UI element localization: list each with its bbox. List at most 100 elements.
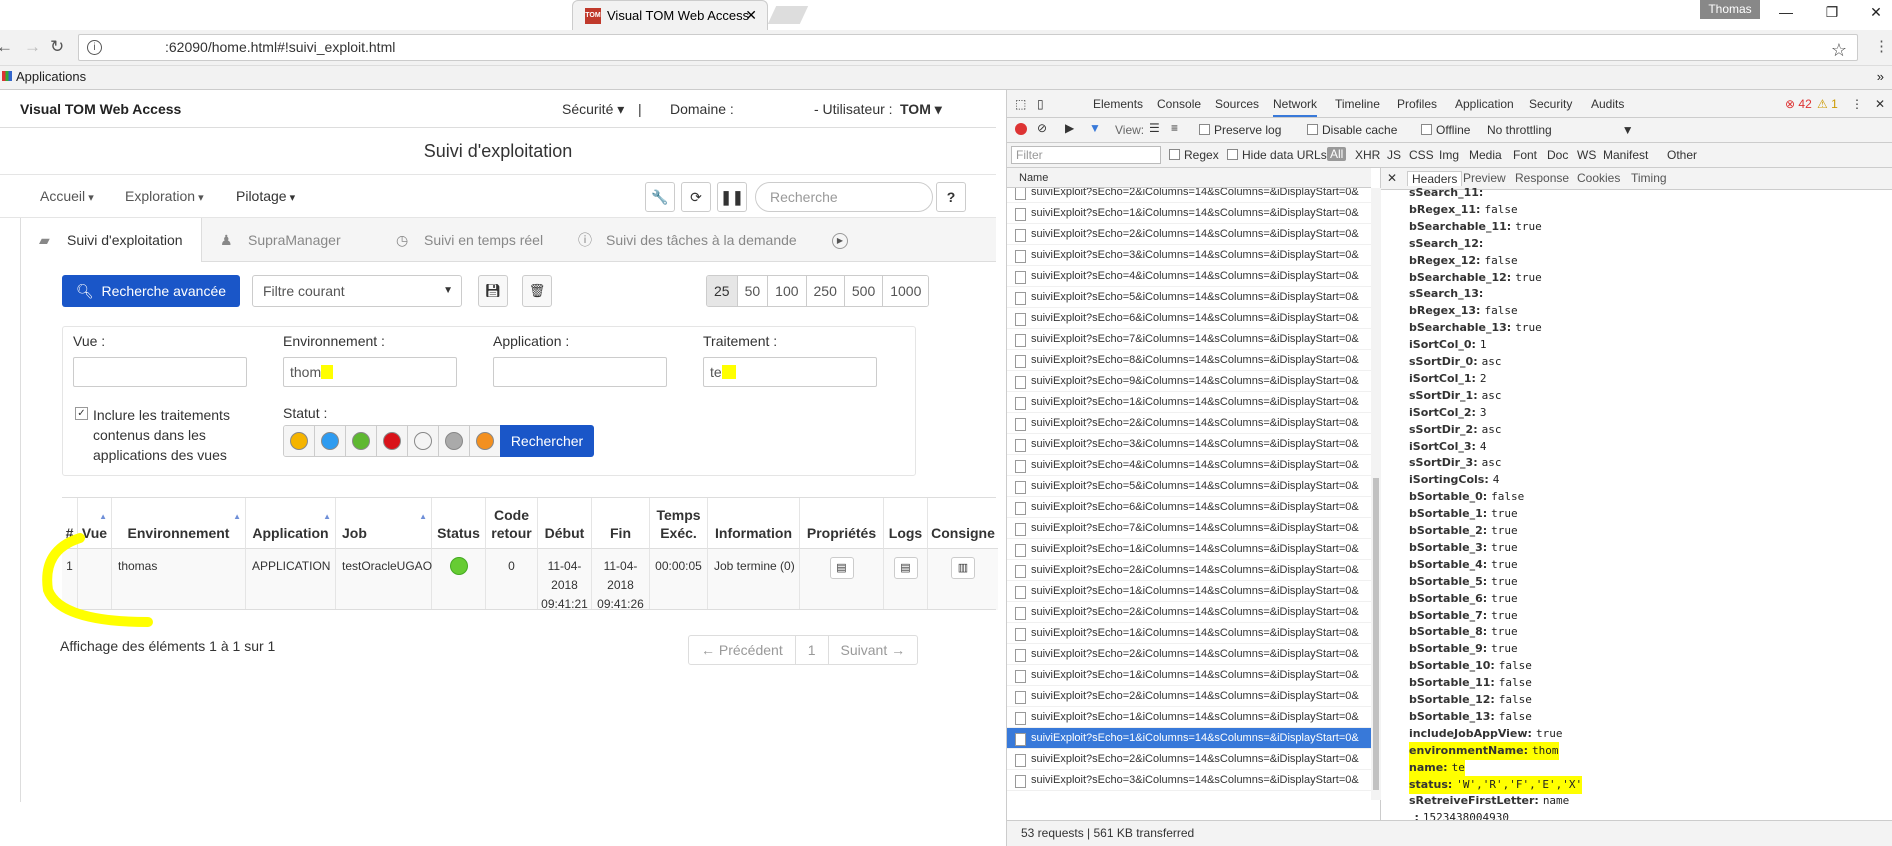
hide-data-urls-toggle[interactable]: Hide data URLs: [1227, 148, 1327, 162]
request-row[interactable]: suiviExploit?sEcho=1&iColumns=14&sColumn…: [1007, 203, 1371, 224]
page-size-1000[interactable]: 1000: [882, 276, 929, 306]
tabs-next-icon[interactable]: ▶: [832, 233, 848, 249]
filter-select[interactable]: Filtre courant ▼: [252, 275, 462, 307]
page-size-250[interactable]: 250: [805, 276, 844, 306]
back-icon[interactable]: ←: [0, 37, 13, 57]
request-row[interactable]: suiviExploit?sEcho=1&iColumns=14&sColumn…: [1007, 728, 1371, 749]
menu-pilotage[interactable]: Pilotage: [236, 188, 295, 204]
application-input[interactable]: [493, 357, 667, 387]
environnement-input[interactable]: thom: [283, 357, 457, 387]
bookmark-applications[interactable]: Applications: [16, 69, 86, 84]
type-media[interactable]: Media: [1469, 148, 1502, 162]
chrome-menu-icon[interactable]: ⋮: [1874, 37, 1889, 55]
type-ws[interactable]: WS: [1577, 148, 1596, 162]
clear-icon[interactable]: ⊘: [1037, 121, 1047, 135]
inspect-icon[interactable]: ⬚: [1015, 97, 1026, 111]
request-row[interactable]: suiviExploit?sEcho=1&iColumns=14&sColumn…: [1007, 392, 1371, 413]
request-row[interactable]: suiviExploit?sEcho=2&iColumns=14&sColumn…: [1007, 602, 1371, 623]
bookmarks-overflow-icon[interactable]: »: [1877, 66, 1884, 88]
page-size-100[interactable]: 100: [767, 276, 806, 306]
page-size-50[interactable]: 50: [736, 276, 768, 306]
device-icon[interactable]: ▯: [1037, 97, 1044, 111]
request-row[interactable]: suiviExploit?sEcho=2&iColumns=14&sColumn…: [1007, 188, 1371, 203]
securite-menu[interactable]: Sécurité ▾: [562, 101, 624, 118]
dt-tab-security[interactable]: Security: [1529, 97, 1572, 111]
request-row[interactable]: suiviExploit?sEcho=3&iColumns=14&sColumn…: [1007, 770, 1371, 791]
logs-doc-icon[interactable]: ▤: [893, 557, 918, 579]
throttling-select[interactable]: No throttling ▼: [1487, 123, 1634, 137]
request-row[interactable]: suiviExploit?sEcho=6&iColumns=14&sColumn…: [1007, 308, 1371, 329]
col-job[interactable]: Job ▲: [336, 498, 432, 548]
pager-previous[interactable]: ← Précédent: [689, 636, 795, 664]
request-row[interactable]: suiviExploit?sEcho=2&iColumns=14&sColumn…: [1007, 686, 1371, 707]
col-information[interactable]: Information: [708, 498, 800, 548]
status-toggle-waiting[interactable]: [284, 426, 315, 456]
dt-tab-profiles[interactable]: Profiles: [1397, 97, 1437, 111]
tab-taches-demande[interactable]: ⓘ Suivi des tâches à la demande: [560, 218, 830, 262]
request-row[interactable]: suiviExploit?sEcho=4&iColumns=14&sColumn…: [1007, 455, 1371, 476]
request-row[interactable]: suiviExploit?sEcho=2&iColumns=14&sColumn…: [1007, 560, 1371, 581]
delete-filter-button[interactable]: 🗑︎: [522, 275, 552, 307]
status-toggle-running[interactable]: [315, 426, 346, 456]
request-row[interactable]: suiviExploit?sEcho=2&iColumns=14&sColumn…: [1007, 224, 1371, 245]
rechercher-button[interactable]: Rechercher: [500, 425, 594, 457]
request-row[interactable]: suiviExploit?sEcho=7&iColumns=14&sColumn…: [1007, 518, 1371, 539]
bookmark-star-icon[interactable]: ☆: [1831, 38, 1847, 63]
tab-suivi-exploitation[interactable]: ▰ Suivi d'exploitation: [20, 218, 202, 262]
type-all[interactable]: All: [1327, 147, 1347, 161]
warning-count[interactable]: ⚠ 1: [1817, 97, 1838, 111]
type-other[interactable]: Other: [1667, 148, 1697, 162]
record-icon[interactable]: [1015, 123, 1027, 135]
traitement-input[interactable]: te: [703, 357, 877, 387]
page-size-25[interactable]: 25: [707, 276, 737, 306]
refresh-button[interactable]: ⟳: [681, 182, 711, 212]
type-manifest[interactable]: Manifest: [1603, 148, 1648, 162]
request-row[interactable]: suiviExploit?sEcho=1&iColumns=14&sColumn…: [1007, 707, 1371, 728]
col-code-retour[interactable]: Code retour: [486, 498, 538, 548]
dt-tab-timeline[interactable]: Timeline: [1335, 97, 1380, 111]
request-row[interactable]: suiviExploit?sEcho=7&iColumns=14&sColumn…: [1007, 329, 1371, 350]
status-toggle-white[interactable]: [408, 426, 439, 456]
profile-chip[interactable]: Thomas: [1700, 0, 1760, 19]
large-rows-icon[interactable]: ☰: [1149, 121, 1160, 135]
request-row[interactable]: suiviExploit?sEcho=9&iColumns=14&sColumn…: [1007, 371, 1371, 392]
request-row[interactable]: suiviExploit?sEcho=1&iColumns=14&sColumn…: [1007, 581, 1371, 602]
col-status[interactable]: Status: [432, 498, 486, 548]
dt-tab-console[interactable]: Console: [1157, 97, 1201, 111]
dt-tab-elements[interactable]: Elements: [1093, 97, 1143, 111]
request-row[interactable]: suiviExploit?sEcho=6&iColumns=14&sColumn…: [1007, 497, 1371, 518]
restore-icon[interactable]: ❐: [1822, 4, 1842, 21]
reload-icon[interactable]: ↻: [50, 37, 64, 57]
dt-close-icon[interactable]: ✕: [1875, 97, 1885, 111]
info-icon[interactable]: i: [87, 40, 102, 55]
request-row[interactable]: suiviExploit?sEcho=1&iColumns=14&sColumn…: [1007, 665, 1371, 686]
type-xhr[interactable]: XHR: [1355, 148, 1380, 162]
menu-exploration[interactable]: Exploration: [125, 188, 204, 204]
page-size-500[interactable]: 500: [843, 276, 883, 306]
request-row[interactable]: suiviExploit?sEcho=8&iColumns=14&sColumn…: [1007, 350, 1371, 371]
waterfall-icon[interactable]: ≡: [1171, 121, 1178, 135]
forward-icon[interactable]: →: [24, 37, 41, 57]
col-fin[interactable]: Fin: [592, 498, 650, 548]
filter-icon[interactable]: ▼: [1089, 121, 1101, 135]
request-row[interactable]: suiviExploit?sEcho=3&iColumns=14&sColumn…: [1007, 434, 1371, 455]
dt-tab-audits[interactable]: Audits: [1591, 97, 1624, 111]
scrollbar-thumb[interactable]: [1373, 478, 1379, 790]
request-row[interactable]: suiviExploit?sEcho=2&iColumns=14&sColumn…: [1007, 644, 1371, 665]
request-row[interactable]: suiviExploit?sEcho=5&iColumns=14&sColumn…: [1007, 287, 1371, 308]
dt-tab-sources[interactable]: Sources: [1215, 97, 1259, 111]
close-tab-icon[interactable]: ✕: [745, 7, 757, 24]
search-input[interactable]: Recherche: [755, 182, 933, 212]
network-filter-input[interactable]: Filter: [1011, 146, 1161, 164]
browser-tab[interactable]: TOM Visual TOM Web Access ✕: [572, 0, 768, 30]
type-css[interactable]: CSS: [1409, 148, 1434, 162]
brand-title[interactable]: Visual TOM Web Access: [20, 101, 181, 117]
col-application[interactable]: Application ▲: [246, 498, 336, 548]
dt-tab-network[interactable]: Network: [1273, 97, 1318, 117]
status-toggle-orange[interactable]: [470, 426, 501, 456]
request-row[interactable]: suiviExploit?sEcho=1&iColumns=14&sColumn…: [1007, 623, 1371, 644]
request-row[interactable]: suiviExploit?sEcho=2&iColumns=14&sColumn…: [1007, 413, 1371, 434]
request-row[interactable]: suiviExploit?sEcho=3&iColumns=14&sColumn…: [1007, 245, 1371, 266]
dt-menu-icon[interactable]: ⋮: [1851, 97, 1863, 111]
regex-toggle[interactable]: Regex: [1169, 148, 1219, 162]
